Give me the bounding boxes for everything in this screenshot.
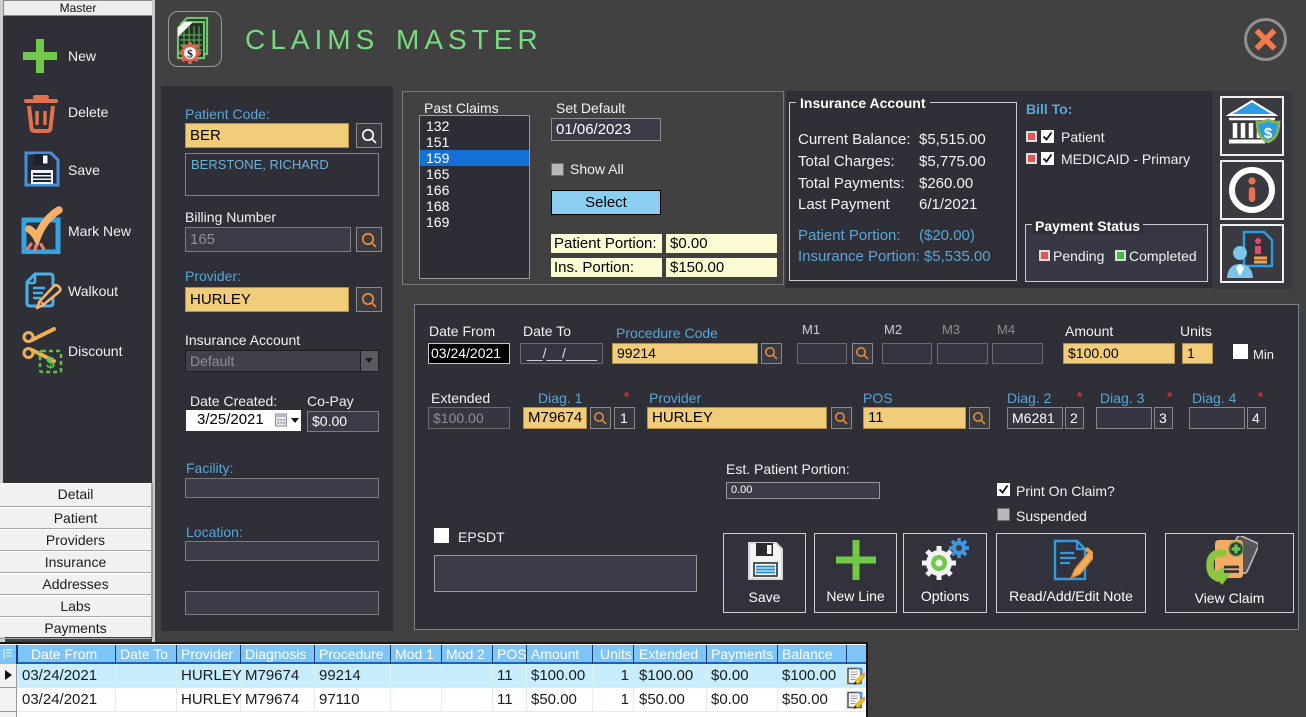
- svg-text:$: $: [1264, 125, 1273, 142]
- svg-text:$: $: [46, 355, 55, 372]
- svg-text:$: $: [187, 47, 193, 61]
